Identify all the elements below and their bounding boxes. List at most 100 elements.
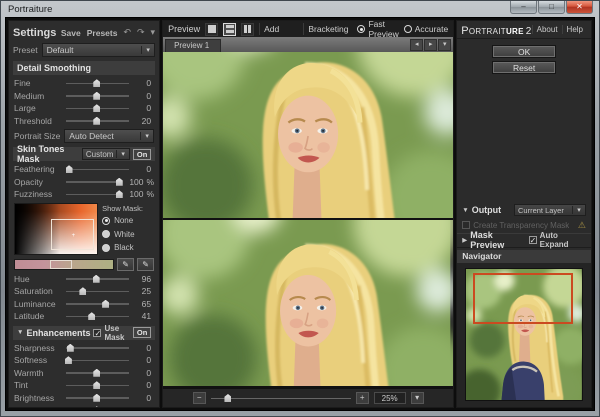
undo-icon[interactable]: ↶ — [123, 27, 131, 38]
skin-tone-color-field[interactable]: + — [14, 203, 98, 255]
hue-range-strip[interactable] — [14, 259, 114, 270]
close-button[interactable]: ✕ — [566, 1, 593, 14]
preview-pane-before[interactable] — [163, 52, 453, 220]
bracketing-button[interactable]: Bracketing — [303, 23, 352, 35]
preview-pane-after[interactable] — [163, 220, 453, 388]
slider-thumb[interactable] — [93, 92, 100, 100]
tab-menu-button[interactable]: ▾ — [438, 39, 451, 51]
slider-track[interactable] — [66, 189, 122, 199]
chevron-down-icon[interactable]: ▾ — [116, 150, 129, 158]
slider-thumb[interactable] — [93, 79, 100, 87]
auto-expand-checkbox[interactable]: ✓ — [529, 236, 537, 244]
zoom-slider-thumb[interactable] — [224, 394, 231, 402]
slider-thumb[interactable] — [88, 312, 95, 320]
ok-button[interactable]: OK — [492, 45, 556, 58]
slider-thumb[interactable] — [93, 369, 100, 377]
slider-track[interactable] — [66, 91, 129, 101]
transparency-mask-checkbox[interactable] — [462, 221, 470, 229]
zoom-out-button[interactable]: − — [193, 392, 206, 404]
maximize-button[interactable]: □ — [538, 1, 565, 14]
radio-selected-icon[interactable] — [357, 25, 365, 33]
about-button[interactable]: About — [532, 25, 562, 34]
chevron-down-icon[interactable]: ▾ — [572, 206, 585, 214]
view-single-button[interactable] — [205, 23, 218, 36]
hue-range-marker[interactable] — [50, 260, 72, 269]
slider-track[interactable] — [66, 299, 129, 309]
radio-icon[interactable] — [102, 244, 110, 252]
save-button[interactable]: Save — [61, 28, 81, 38]
slider-track[interactable] — [66, 103, 129, 113]
radio-icon[interactable] — [404, 25, 412, 33]
portrait-size-dropdown[interactable]: Auto Detect ▾ — [64, 129, 154, 143]
detail-smoothing-header[interactable]: Detail Smoothing — [13, 61, 155, 75]
add-preview-button[interactable]: Add Preview — [259, 23, 298, 35]
slider-track[interactable] — [66, 78, 129, 88]
accurate-radio[interactable]: Accurate — [404, 24, 449, 34]
use-mask-checkbox[interactable]: ✓ — [93, 329, 101, 337]
settings-menu-icon[interactable]: ▾ — [151, 27, 156, 38]
slider-track[interactable] — [66, 355, 129, 365]
collapse-icon[interactable]: ▼ — [462, 207, 468, 214]
zoom-value[interactable]: 25% — [374, 392, 406, 404]
mask-mode-dropdown[interactable]: Custom ▾ — [82, 148, 130, 160]
show-mask-option-black[interactable]: Black — [102, 242, 154, 253]
slider-thumb[interactable] — [79, 287, 86, 295]
zoom-slider-track[interactable] — [211, 393, 351, 403]
eyedropper-minus-button[interactable]: ✎ — [137, 258, 154, 271]
slider-thumb[interactable] — [116, 178, 123, 186]
radio-selected-icon[interactable] — [102, 217, 110, 225]
tab-preview-1[interactable]: Preview 1 — [165, 39, 221, 52]
tab-scroll-left-button[interactable]: ◂ — [410, 39, 423, 51]
preset-dropdown[interactable]: Default ▾ — [42, 43, 156, 57]
collapse-icon[interactable]: ▼ — [17, 329, 23, 336]
slider-track[interactable] — [66, 343, 129, 353]
navigator-thumbnail[interactable] — [465, 268, 583, 401]
collapse-icon[interactable]: ▶ — [462, 236, 467, 244]
zoom-preset-button[interactable]: ▾ — [411, 392, 424, 404]
slider-thumb[interactable] — [93, 104, 100, 112]
mask-on-toggle[interactable]: On — [133, 149, 151, 160]
enhancements-on-toggle[interactable]: On — [133, 327, 151, 338]
slider-thumb[interactable] — [66, 165, 73, 173]
slider-thumb[interactable] — [67, 344, 74, 352]
slider-thumb[interactable] — [93, 381, 100, 389]
slider-track[interactable] — [66, 405, 129, 408]
skin-tones-mask-header[interactable]: Skin Tones Mask Custom ▾ On — [13, 147, 155, 161]
view-split-vertical-button[interactable] — [241, 23, 254, 36]
zoom-in-button[interactable]: + — [356, 392, 369, 404]
slider-thumb[interactable] — [65, 356, 72, 364]
slider-track[interactable] — [66, 164, 129, 174]
fast-preview-radio[interactable]: Fast Preview — [357, 19, 398, 39]
slider-thumb[interactable] — [93, 275, 100, 283]
slider-track[interactable] — [66, 380, 129, 390]
enhancements-header[interactable]: ▼ Enhancements ✓ Use Mask On — [13, 326, 155, 340]
slider-thumb[interactable] — [93, 406, 100, 408]
chevron-down-icon[interactable]: ▾ — [141, 46, 154, 54]
show-mask-option-white[interactable]: White — [102, 229, 154, 240]
chevron-down-icon[interactable]: ▾ — [140, 132, 153, 140]
minimize-button[interactable]: – — [510, 1, 537, 14]
slider-track[interactable] — [66, 311, 129, 321]
eyedropper-button[interactable]: ✎ — [117, 258, 134, 271]
color-selection-rect[interactable]: + — [51, 219, 94, 250]
slider-track[interactable] — [66, 177, 122, 187]
show-mask-option-none[interactable]: None — [102, 215, 154, 226]
slider-track[interactable] — [66, 274, 129, 284]
slider-track[interactable] — [66, 116, 129, 126]
reset-button[interactable]: Reset — [492, 61, 556, 74]
slider-track[interactable] — [66, 368, 129, 378]
tab-scroll-right-button[interactable]: ▸ — [424, 39, 437, 51]
slider-thumb[interactable] — [116, 190, 123, 198]
help-button[interactable]: Help — [562, 25, 587, 34]
redo-icon[interactable]: ↷ — [137, 27, 145, 38]
presets-button[interactable]: Presets — [87, 28, 118, 38]
slider-thumb[interactable] — [93, 117, 100, 125]
slider-thumb[interactable] — [102, 300, 109, 308]
slider-track[interactable] — [66, 286, 129, 296]
radio-icon[interactable] — [102, 230, 110, 238]
output-target-dropdown[interactable]: Current Layer ▾ — [514, 204, 586, 216]
slider-thumb[interactable] — [93, 394, 100, 402]
view-split-horizontal-button[interactable] — [223, 23, 236, 36]
navigator-view-rect[interactable] — [473, 273, 573, 324]
slider-track[interactable] — [66, 393, 129, 403]
